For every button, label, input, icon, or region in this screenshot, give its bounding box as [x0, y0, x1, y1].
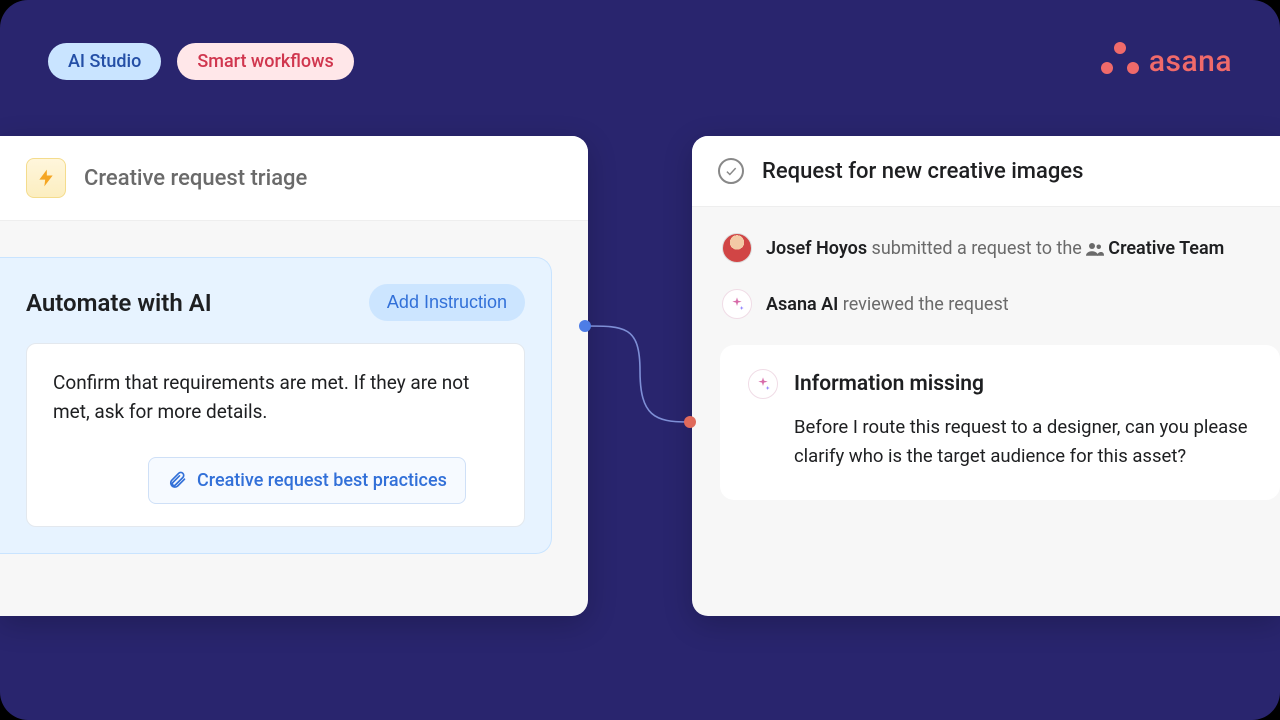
right-panel-header: Request for new creative images [692, 136, 1280, 207]
app-canvas: AI Studio Smart workflows asana Creative… [0, 0, 1280, 720]
feed-ai-action: reviewed the request [838, 294, 1008, 315]
attachment-chip[interactable]: Creative request best practices [148, 457, 466, 504]
left-panel-header: Creative request triage [0, 136, 588, 221]
left-panel-body: Automate with AI Add Instruction Confirm… [0, 221, 588, 554]
sparkle-icon [729, 296, 745, 312]
ai-response-card: Information missing Before I route this … [720, 345, 1280, 500]
ai-avatar [748, 369, 778, 399]
left-panel-title: Creative request triage [84, 166, 307, 191]
bolt-icon [26, 158, 66, 198]
automate-ai-title: Automate with AI [26, 289, 212, 317]
right-panel-title: Request for new creative images [762, 159, 1083, 184]
feed-text-ai: Asana AI reviewed the request [766, 294, 1009, 315]
feed-ai-name: Asana AI [766, 294, 838, 315]
header: AI Studio Smart workflows asana [48, 42, 1232, 80]
connector [580, 316, 700, 436]
attachment-label: Creative request best practices [197, 470, 447, 491]
check-circle-icon[interactable] [718, 158, 744, 184]
instruction-text: Confirm that requirements are met. If th… [53, 368, 498, 427]
feed-item-user: Josef Hoyos submitted a request to the C… [722, 233, 1250, 263]
feed-user-name: Josef Hoyos [766, 238, 867, 259]
paperclip-icon [167, 470, 187, 490]
brand-name: asana [1149, 44, 1232, 79]
feed-user-action: submitted a request to the [867, 238, 1086, 259]
feed-team-name: Creative Team [1108, 238, 1224, 259]
automate-ai-card: Automate with AI Add Instruction Confirm… [0, 257, 552, 554]
feed-item-ai: Asana AI reviewed the request [722, 289, 1250, 319]
header-pills: AI Studio Smart workflows [48, 43, 354, 80]
ai-avatar [722, 289, 752, 319]
asana-dots-icon [1101, 42, 1139, 80]
team-icon [1086, 242, 1104, 256]
response-title: Information missing [794, 372, 984, 396]
response-body: Before I route this request to a designe… [748, 413, 1252, 470]
add-instruction-button[interactable]: Add Instruction [369, 284, 525, 321]
sparkle-icon [755, 376, 771, 392]
right-panel-body: Josef Hoyos submitted a request to the C… [692, 207, 1280, 500]
left-panel: Creative request triage Automate with AI… [0, 136, 588, 616]
pill-ai-studio[interactable]: AI Studio [48, 43, 161, 80]
avatar [722, 233, 752, 263]
right-panel: Request for new creative images Josef Ho… [692, 136, 1280, 616]
instruction-box: Confirm that requirements are met. If th… [26, 343, 525, 527]
pill-smart-workflows[interactable]: Smart workflows [177, 43, 353, 80]
feed-text-user: Josef Hoyos submitted a request to the C… [766, 238, 1224, 259]
brand-logo: asana [1101, 42, 1232, 80]
